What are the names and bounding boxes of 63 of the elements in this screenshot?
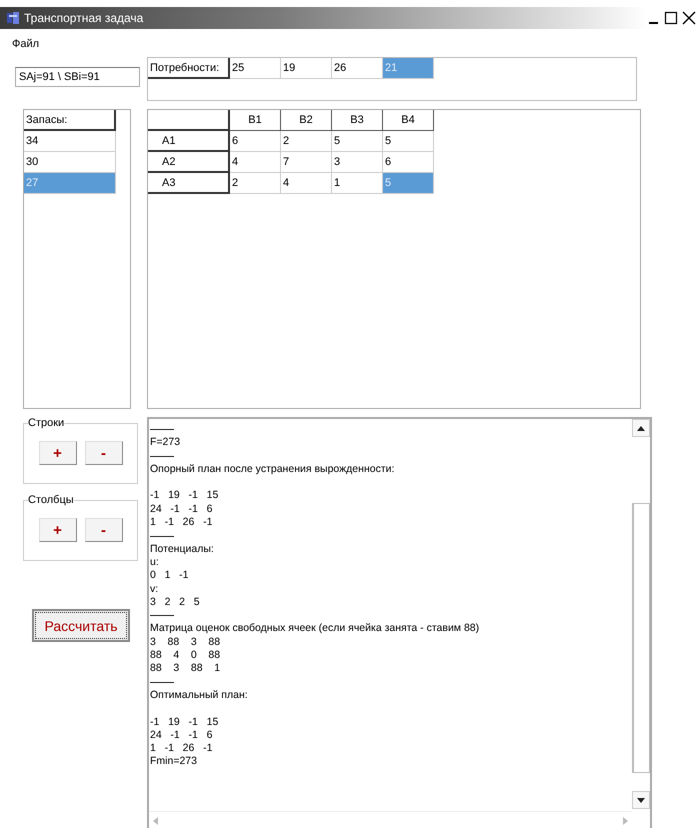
- output-line: Опорный план после устранения вырожденности:: [150, 462, 396, 476]
- table-cell[interactable]: 4: [230, 152, 281, 173]
- table-cell[interactable]: 25: [230, 58, 281, 79]
- group-title: Столбцы: [28, 494, 74, 506]
- calculate-button[interactable]: Рассчитать: [32, 609, 130, 642]
- output-line: u:: [150, 556, 160, 570]
- row-header: A2: [148, 152, 230, 173]
- step-button[interactable]: +: [38, 441, 76, 465]
- output-line: -1 19 -1 15: [150, 489, 220, 503]
- vertical-scrollbar[interactable]: [632, 419, 650, 809]
- column-header: B3: [332, 110, 383, 131]
- step-button[interactable]: +: [38, 518, 76, 542]
- step-button[interactable]: -: [84, 441, 122, 465]
- scroll-down-button[interactable]: [632, 791, 650, 809]
- sums-field[interactable]: SAj=91 \ SBi=91: [15, 67, 140, 87]
- output-line: 3 88 3 88: [150, 636, 222, 650]
- right-arrow-icon: [623, 816, 628, 824]
- column-header: B4: [383, 110, 434, 131]
- output-line: Оптимальный план:: [150, 688, 249, 702]
- column-header: Запасы:: [24, 110, 116, 131]
- table-cell[interactable]: 7: [281, 152, 332, 173]
- table-cell[interactable]: 2: [281, 131, 332, 152]
- row-header: A3: [148, 173, 230, 194]
- output-line: 24 -1 -1 6: [150, 728, 214, 742]
- output-line: 3 2 2 5: [150, 596, 201, 610]
- output-line: 1 -1 26 -1: [150, 742, 214, 756]
- output-line: 88 4 0 88: [150, 649, 222, 662]
- output-line: F=273: [150, 436, 182, 450]
- output-line: 24 -1 -1 6: [150, 502, 214, 516]
- maximize-icon: [664, 11, 678, 25]
- output-line: Матрица оценок свободных ячеек (если ячейка занята - ставим 88): [150, 622, 480, 636]
- table-cell[interactable]: 6: [230, 131, 281, 152]
- group-title: Строки: [28, 417, 64, 429]
- table-cell[interactable]: 4: [281, 173, 332, 194]
- app-icon: [6, 11, 20, 25]
- scroll-up-button[interactable]: [632, 419, 650, 437]
- table-cell[interactable]: 5: [383, 131, 434, 152]
- scroll-thumb[interactable]: [632, 503, 650, 773]
- output-line: 1 -1 26 -1: [150, 516, 214, 530]
- table-cell[interactable]: 5: [332, 131, 383, 152]
- menu-item[interactable]: Файл: [12, 38, 40, 50]
- up-arrow-icon: [637, 426, 645, 430]
- output-line: v:: [150, 582, 160, 596]
- close-icon: [682, 11, 696, 25]
- table-cell[interactable]: 19: [281, 58, 332, 79]
- column-header: B1: [230, 110, 281, 131]
- left-arrow-icon: [153, 816, 158, 824]
- down-arrow-icon: [637, 798, 645, 802]
- table-cell[interactable]: 34: [24, 131, 116, 152]
- output-line: 88 3 88 1: [150, 662, 222, 676]
- column-header: B2: [281, 110, 332, 131]
- output-line: Потенциалы:: [150, 542, 215, 556]
- row-header: Потребности:: [148, 58, 230, 79]
- output-line: Fmin=273: [150, 755, 198, 769]
- output-line: 0 1 -1: [150, 569, 190, 583]
- horizontal-scrollbar[interactable]: [149, 811, 632, 828]
- minimize-icon: [648, 22, 658, 24]
- window-title: Транспортная задача: [24, 11, 144, 25]
- row-header: A1: [148, 131, 230, 152]
- table-cell[interactable]: 2: [230, 173, 281, 194]
- output-line: -1 19 -1 15: [150, 716, 220, 729]
- step-button[interactable]: -: [84, 518, 122, 542]
- table-cell[interactable]: 3: [332, 152, 383, 173]
